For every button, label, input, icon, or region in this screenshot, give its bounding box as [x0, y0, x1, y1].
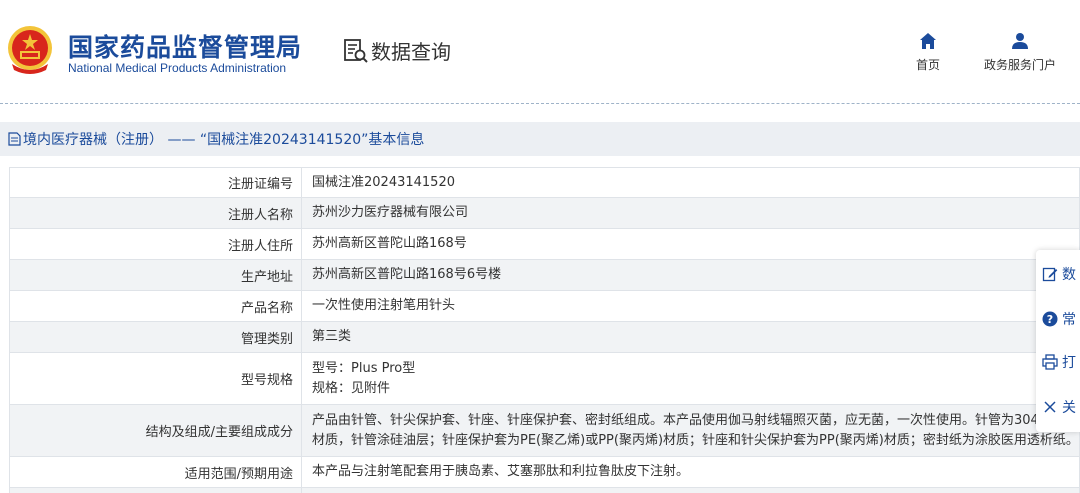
field-value: 一次性使用注射笔用针头	[301, 290, 1080, 322]
field-value-line: 产品由针管、针尖保护套、针座、针座保护套、密封纸组成。本产品使用伽马射线辐照灭菌…	[312, 412, 1078, 428]
field-label: 注册人住所	[9, 228, 302, 260]
tool-data-button[interactable]: 数	[1036, 254, 1080, 294]
tool-print-label: 打	[1062, 355, 1076, 371]
field-value: 第三类	[301, 321, 1080, 353]
tool-print-button[interactable]: 打	[1036, 342, 1080, 382]
site-header: 国家药品监督管理局 National Medical Products Admi…	[0, 0, 1080, 104]
table-row: 型号规格 型号：Plus Pro型 规格：见附件	[9, 352, 1080, 405]
breadcrumb: 境内医疗器械（注册） —— “国械注准20243141520”基本信息	[0, 122, 1080, 156]
field-label: 生产地址	[9, 259, 302, 291]
field-label: 适用范围/预期用途	[9, 456, 302, 488]
svg-text:?: ?	[1047, 313, 1053, 326]
user-icon	[1012, 33, 1028, 49]
edit-icon	[1042, 267, 1058, 282]
nav-portal-label: 政务服务门户	[983, 58, 1056, 72]
table-row: 注册人名称 苏州沙力医疗器械有限公司	[9, 197, 1080, 229]
print-icon	[1042, 354, 1058, 370]
table-row: 注册人住所 苏州高新区普陀山路168号	[9, 228, 1080, 260]
table-row: 适用范围/预期用途 本产品与注射笔配套用于胰岛素、艾塞那肽和利拉鲁肽皮下注射。	[9, 456, 1080, 488]
field-value: 本产品与注射笔配套用于胰岛素、艾塞那肽和利拉鲁肽皮下注射。	[301, 456, 1080, 488]
field-value: 苏州高新区普陀山路168号6号楼	[301, 259, 1080, 291]
home-icon	[920, 33, 936, 49]
org-name-cn: 国家药品监督管理局	[68, 33, 303, 62]
org-name-en: National Medical Products Administration	[68, 61, 287, 75]
tool-close-label: 关	[1062, 400, 1076, 416]
national-emblem-icon	[8, 26, 52, 74]
field-value-line: 型号：Plus Pro型	[312, 360, 416, 376]
field-value: 苏州高新区普陀山路168号	[301, 228, 1080, 260]
floating-tool-panel: 数 ? 常 打 关	[1036, 250, 1080, 432]
help-icon: ?	[1042, 311, 1058, 327]
document-search-icon	[344, 38, 368, 63]
field-value: 型号：Plus Pro型 规格：见附件	[301, 352, 1080, 405]
field-value: 苏州沙力医疗器械有限公司	[301, 197, 1080, 229]
field-value-line: 规格：见附件	[312, 380, 391, 396]
nav-home-label: 首页	[915, 58, 940, 72]
field-value: 产品由针管、针尖保护套、针座、针座保护套、密封纸组成。本产品使用伽马射线辐照灭菌…	[301, 404, 1080, 457]
table-row: 生产地址 苏州高新区普陀山路168号6号楼	[9, 259, 1080, 291]
field-label: 注册证编号	[9, 167, 302, 198]
tool-close-button[interactable]: 关	[1036, 387, 1080, 427]
tool-data-label: 数	[1062, 267, 1076, 283]
nav-portal-link[interactable]: 政务服务门户	[978, 32, 1062, 73]
table-row: 产品名称 一次性使用注射笔用针头	[9, 290, 1080, 322]
query-title-text: 数据查询	[371, 40, 451, 64]
tool-help-label: 常	[1062, 312, 1076, 328]
data-query-title: 数据查询	[343, 36, 451, 65]
tool-help-button[interactable]: ? 常	[1036, 299, 1080, 339]
document-icon	[8, 132, 21, 146]
table-row: 注册证编号 国械注准20243141520	[9, 167, 1080, 198]
field-label: 注册人名称	[9, 197, 302, 229]
field-label: 型号规格	[9, 352, 302, 405]
table-row	[9, 487, 1080, 493]
field-label: 管理类别	[9, 321, 302, 353]
field-value-line: 材质，针管涂硅油层；针座保护套为PE(聚乙烯)或PP(聚丙烯)材质；针座和针尖保…	[312, 432, 1079, 448]
nav-home-link[interactable]: 首页	[910, 32, 946, 73]
table-row: 管理类别 第三类	[9, 321, 1080, 353]
close-icon	[1044, 401, 1056, 413]
registration-info-table: 注册证编号 国械注准20243141520 注册人名称 苏州沙力医疗器械有限公司…	[9, 167, 1080, 493]
field-label: 产品名称	[9, 290, 302, 322]
table-row: 结构及组成/主要组成成分 产品由针管、针尖保护套、针座、针座保护套、密封纸组成。…	[9, 404, 1080, 457]
field-label: 结构及组成/主要组成成分	[9, 404, 302, 457]
breadcrumb-text: 境内医疗器械（注册） —— “国械注准20243141520”基本信息	[23, 132, 425, 148]
field-value: 国械注准20243141520	[301, 167, 1080, 198]
